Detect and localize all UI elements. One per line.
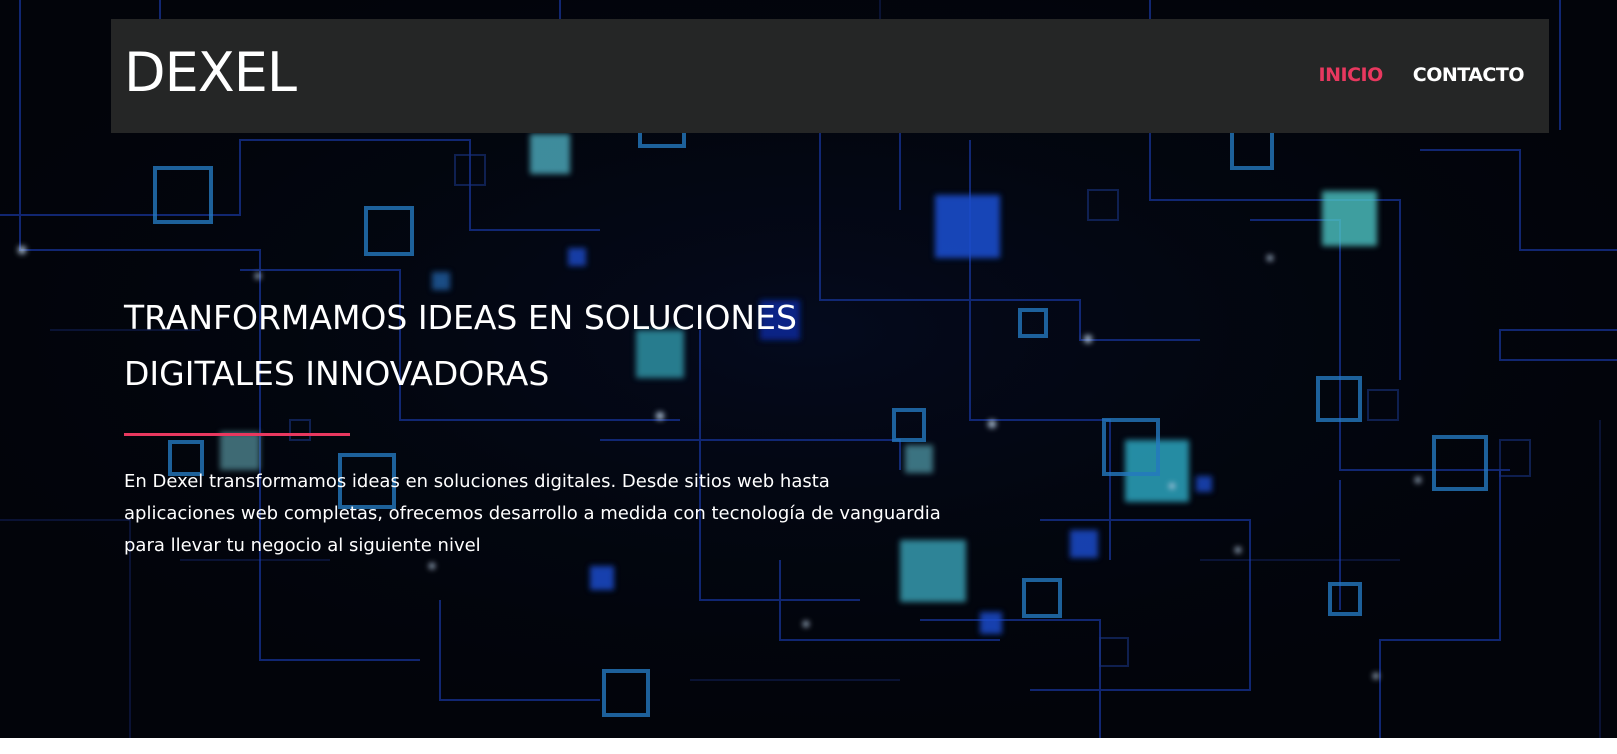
top-navbar: DEXEL INICIO CONTACTO bbox=[111, 19, 1549, 133]
nav-link-inicio[interactable]: INICIO bbox=[1319, 63, 1384, 87]
hero-headline: TRANFORMAMOS IDEAS EN SOLUCIONES DIGITAL… bbox=[124, 290, 944, 402]
hero-description: En Dexel transformamos ideas en solucion… bbox=[124, 471, 941, 556]
hero-headline-line-2: DIGITALES INNOVADORAS bbox=[124, 354, 550, 393]
main-nav: INICIO CONTACTO bbox=[1319, 63, 1525, 87]
hero-section: DEXEL INICIO CONTACTO TRANFORMAMOS IDEAS … bbox=[0, 0, 1617, 738]
site-logo[interactable]: DEXEL bbox=[124, 41, 297, 105]
nav-link-contacto[interactable]: CONTACTO bbox=[1413, 63, 1525, 87]
hero-headline-line-1: TRANFORMAMOS IDEAS EN SOLUCIONES bbox=[124, 298, 797, 337]
accent-divider bbox=[124, 433, 350, 436]
